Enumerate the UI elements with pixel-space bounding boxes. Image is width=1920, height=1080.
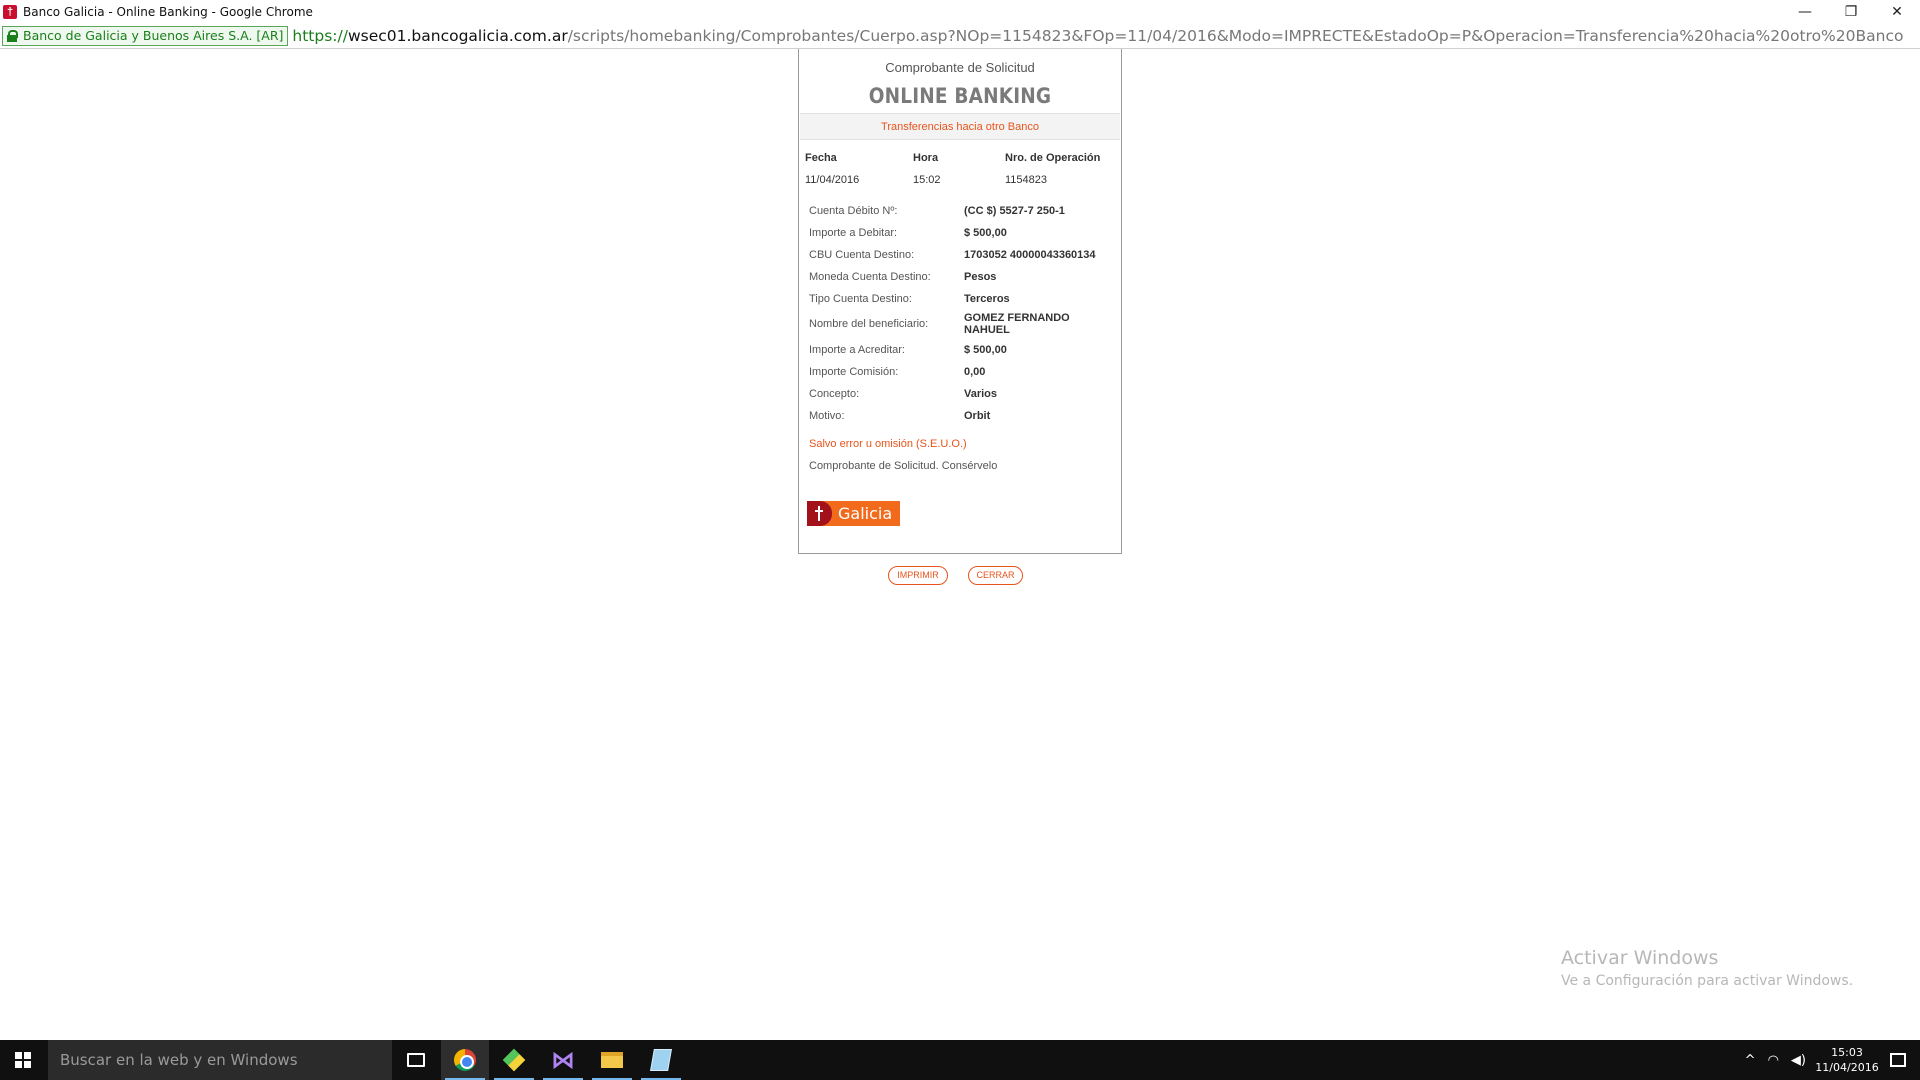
taskbar-git[interactable]: [490, 1040, 538, 1080]
detail-value: GOMEZ FERNANDO NAHUEL: [964, 312, 1070, 336]
detail-label: CBU Cuenta Destino:: [809, 249, 915, 261]
receipt-title: ONLINE BANKING: [868, 84, 1052, 108]
receipt-subtitle: Comprobante de Solicitud: [885, 60, 1035, 75]
detail-label: Importe a Acreditar:: [809, 344, 905, 356]
detail-label: Nombre del beneficiario:: [809, 318, 929, 330]
galicia-favicon-icon: †: [3, 4, 17, 19]
notepad-icon: [650, 1049, 672, 1071]
window-title: Banco Galicia - Online Banking - Google …: [23, 4, 313, 19]
minimize-button[interactable]: —: [1782, 0, 1828, 23]
taskbar-chrome[interactable]: [441, 1040, 489, 1080]
activation-watermark-title: Activar Windows: [1561, 947, 1719, 969]
clock[interactable]: 15:03 11/04/2016: [1812, 1045, 1882, 1075]
detail-value: 0,00: [964, 366, 986, 378]
detail-value: $ 500,00: [964, 227, 1007, 239]
detail-value: Pesos: [964, 271, 997, 283]
galicia-logo-text: Galicia: [838, 504, 893, 523]
nro-operacion-value: 1154823: [1005, 174, 1048, 186]
start-button[interactable]: [0, 1040, 46, 1080]
detail-value: 1703052 40000043360134: [964, 249, 1096, 261]
address-bar[interactable]: Banco de Galicia y Buenos Aires S.A. [AR…: [0, 23, 1920, 49]
detail-value: (CC $) 5527-7 250-1: [964, 205, 1065, 217]
detail-label: Concepto:: [809, 388, 860, 400]
detail-label: Cuenta Débito Nº:: [809, 205, 898, 217]
volume-icon[interactable]: ◀): [1791, 1053, 1806, 1068]
hora-value: 15:02: [913, 174, 941, 186]
operation-type: Transferencias hacia otro Banco: [800, 113, 1120, 140]
hora-label: Hora: [913, 152, 939, 164]
clock-date: 11/04/2016: [1815, 1061, 1879, 1074]
url-host: wsec01.bancogalicia.com.ar: [347, 26, 568, 45]
window-title-bar: † Banco Galicia - Online Banking - Googl…: [0, 0, 1920, 23]
url-path: /scripts/homebanking/Comprobantes/Cuerpo…: [567, 26, 1904, 45]
detail-label: Importe Comisión:: [809, 366, 899, 378]
action-center-icon[interactable]: [1890, 1053, 1906, 1067]
taskbar-visual-studio[interactable]: ⋈: [539, 1040, 587, 1080]
url-text[interactable]: https://wsec01.bancogalicia.com.ar/scrip…: [292, 27, 1903, 45]
print-button[interactable]: IMPRIMIR: [888, 566, 948, 585]
visual-studio-icon: ⋈: [551, 1046, 575, 1074]
git-icon: [502, 1048, 526, 1072]
galicia-cross-icon: [807, 501, 832, 526]
ev-certificate-badge[interactable]: Banco de Galicia y Buenos Aires S.A. [AR…: [2, 25, 289, 46]
detail-value: Varios: [964, 388, 998, 400]
taskbar-search-input[interactable]: Buscar en la web y en Windows: [48, 1040, 392, 1080]
fecha-label: Fecha: [805, 152, 837, 164]
system-tray: ^ ◠ ◀) 15:03 11/04/2016: [1739, 1040, 1920, 1080]
restore-button[interactable]: ❐: [1828, 0, 1874, 23]
detail-label: Tipo Cuenta Destino:: [809, 293, 912, 305]
ev-certificate-label: Banco de Galicia y Buenos Aires S.A. [AR…: [23, 28, 284, 43]
detail-value: $ 500,00: [964, 344, 1007, 356]
detail-label: Motivo:: [809, 410, 845, 422]
taskbar-file-explorer[interactable]: [588, 1040, 636, 1080]
seuo-notice: Salvo error u omisión (S.E.U.O.): [809, 438, 967, 450]
nro-operacion-label: Nro. de Operación: [1005, 152, 1101, 164]
taskbar-notepad[interactable]: [637, 1040, 685, 1080]
chevron-up-icon[interactable]: ^: [1745, 1053, 1756, 1068]
keep-receipt-note: Comprobante de Solicitud. Consérvelo: [809, 460, 998, 472]
taskbar: Buscar en la web y en Windows ⋈ ^ ◠ ◀) 1…: [0, 1040, 1920, 1080]
windows-logo-icon: [15, 1052, 31, 1068]
detail-label: Moneda Cuenta Destino:: [809, 271, 931, 283]
url-scheme: https://: [292, 26, 348, 45]
network-icon[interactable]: ◠: [1768, 1053, 1779, 1068]
detail-value: Orbit: [964, 410, 991, 422]
window-controls: — ❐ ✕: [1782, 0, 1920, 23]
file-explorer-icon: [601, 1052, 623, 1068]
task-view-icon: [407, 1053, 425, 1067]
lock-icon: [7, 29, 18, 42]
galicia-logo: Galicia: [807, 501, 900, 526]
close-window-button[interactable]: ✕: [1874, 0, 1920, 23]
clock-time: 15:03: [1831, 1046, 1863, 1059]
detail-label: Importe a Debitar:: [809, 227, 898, 239]
fecha-value: 11/04/2016: [805, 174, 860, 186]
activation-watermark-text: Ve a Configuración para activar Windows.: [1561, 973, 1854, 989]
detail-value: Terceros: [964, 293, 1010, 305]
transfer-receipt: Comprobante de Solicitud ONLINE BANKING …: [798, 49, 1122, 554]
chrome-icon: [454, 1049, 476, 1071]
close-button[interactable]: CERRAR: [968, 566, 1023, 585]
task-view-button[interactable]: [392, 1040, 440, 1080]
